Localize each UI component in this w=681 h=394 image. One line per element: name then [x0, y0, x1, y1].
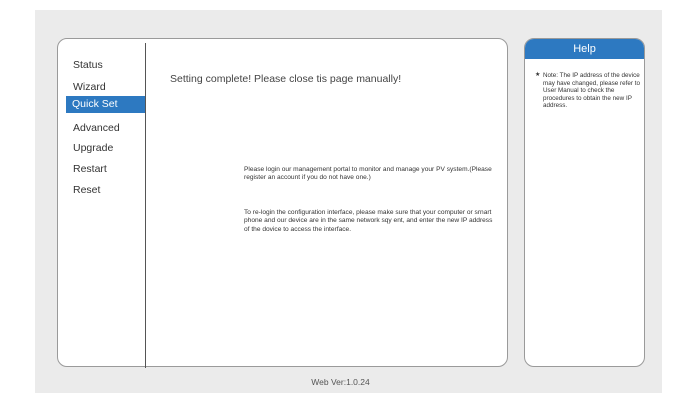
help-panel: Help ★ Note: The IP address of the devic…: [524, 38, 645, 367]
portal-login-paragraph: Please login our management portal to mo…: [244, 166, 492, 182]
nav-item-upgrade[interactable]: Upgrade: [73, 142, 113, 154]
nav-item-quick-set[interactable]: Quick Set: [66, 96, 145, 113]
web-version: Web Ver:1.0.24: [311, 377, 370, 387]
nav-item-wizard[interactable]: Wizard: [73, 81, 106, 93]
help-note-text: Note: The IP address of the device may h…: [543, 72, 640, 110]
relogin-paragraph: To re-login the configuration interface,…: [244, 209, 493, 233]
status-headline: Setting complete! Please close tis page …: [170, 73, 402, 85]
star-icon: ★: [535, 72, 541, 78]
help-note: ★ Note: The IP address of the device may…: [535, 72, 641, 110]
nav-item-status[interactable]: Status: [73, 59, 103, 71]
main-panel: Status Wizard Quick Set Advanced Upgrade…: [57, 38, 508, 368]
nav-item-reset[interactable]: Reset: [73, 184, 100, 196]
sidebar-divider: [145, 43, 146, 368]
nav-item-restart[interactable]: Restart: [73, 163, 107, 175]
help-title: Help: [525, 39, 644, 59]
nav-item-advanced[interactable]: Advanced: [73, 122, 120, 134]
